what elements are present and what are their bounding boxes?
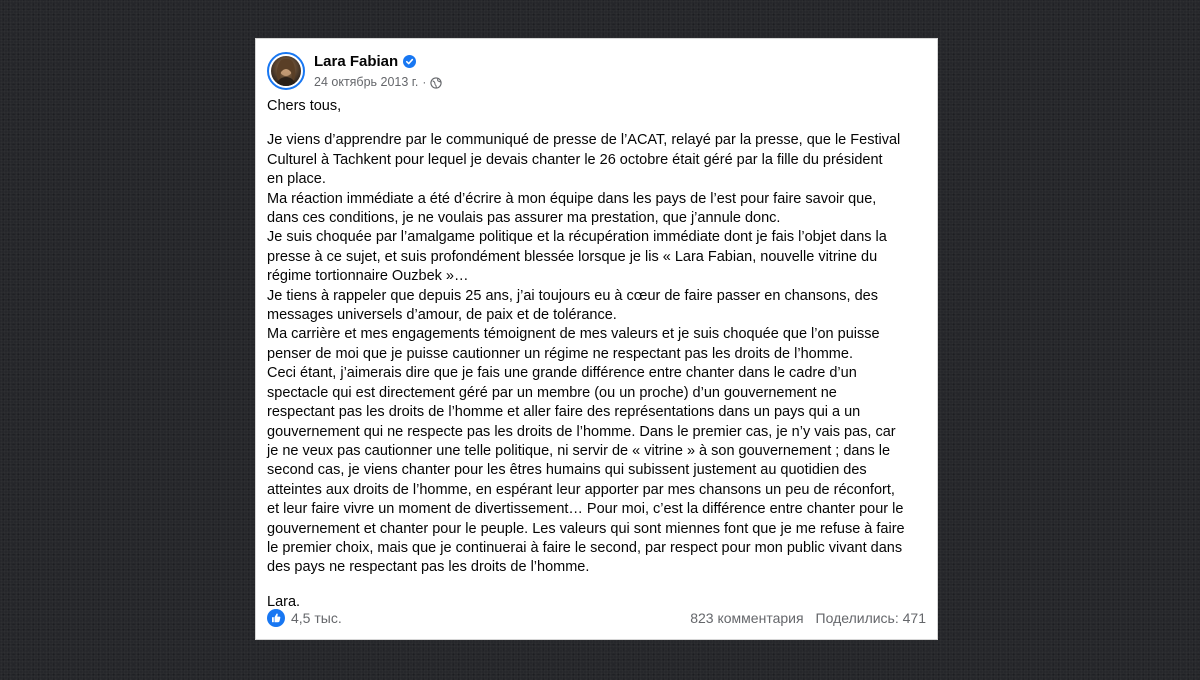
post-text-line: je ne veux pas cautionner une telle poli… [267, 442, 891, 459]
post-text-line: Je viens d’apprendre par le communiqué d… [267, 132, 901, 149]
post-text-line: régime tortionnaire Ouzbek »… [267, 268, 469, 285]
like-icon [267, 609, 285, 627]
globe-icon[interactable] [430, 76, 442, 89]
post-text-line: spectacle qui est directement géré par u… [267, 384, 837, 401]
post-text-line: et leur faire vivre un moment de diverti… [267, 501, 904, 518]
post-paragraph: Je viens d’apprendre par le communiqué d… [267, 131, 929, 577]
post-text-line: Culturel à Tachkent pour lequel je devai… [267, 151, 883, 168]
post-text-line: en place. [267, 171, 326, 188]
header-text: Lara Fabian 24 октябрь 2013 г. · [314, 52, 442, 91]
post-text-line: second cas, je viens chanter pour les êt… [267, 462, 867, 479]
shares-count[interactable]: Поделились: 471 [816, 610, 926, 626]
post-text-line: messages universels d’amour, de paix et … [267, 307, 617, 324]
author-name[interactable]: Lara Fabian [314, 53, 398, 70]
post-text-line: dans ces conditions, je ne voulais pas a… [267, 210, 781, 227]
avatar-image [271, 56, 301, 86]
post-text-line: Ma carrière et mes engagements témoignen… [267, 326, 880, 343]
verified-badge-icon [403, 55, 417, 68]
meta-separator: · [422, 74, 427, 89]
post-text-line: Je tiens à rappeler que depuis 25 ans, j… [267, 287, 878, 304]
engagement-stats: 823 комментария Поделились: 471 [690, 610, 926, 626]
post-text-line: presse à ce sujet, et suis profondément … [267, 248, 878, 265]
post-footer: 4,5 тыс. 823 комментария Поделились: 471 [267, 607, 926, 629]
post-text-line: atteintes aux droits de l’homme, en espé… [267, 481, 895, 498]
post-text-line: gouvernement qui ne respecte pas les dro… [267, 423, 896, 440]
facebook-post-card: Lara Fabian 24 октябрь 2013 г. · Chers t… [255, 38, 938, 640]
post-greeting: Chers tous, [267, 98, 342, 114]
author-row: Lara Fabian [314, 52, 442, 72]
post-body: Chers tous, Je viens d’apprendre par le … [267, 97, 929, 612]
post-meta: 24 октябрь 2013 г. · [314, 73, 442, 91]
post-text-line: respectant pas les droits de l’homme et … [267, 404, 861, 421]
post-date[interactable]: 24 октябрь 2013 г. [314, 75, 418, 89]
post-text-line: Je suis choquée par l’amalgame politique… [267, 229, 887, 246]
post-text-line: le premier choix, mais que je continuera… [267, 539, 903, 556]
post-text-line: penser de moi que je puisse cautionner u… [267, 345, 853, 362]
post-header: Lara Fabian 24 октябрь 2013 г. · [267, 51, 442, 91]
reactions-summary[interactable]: 4,5 тыс. [267, 609, 342, 627]
post-text-line: Ma réaction immédiate a été d’écrire à m… [267, 190, 877, 207]
avatar[interactable] [267, 52, 305, 90]
comments-count[interactable]: 823 комментария [690, 610, 803, 626]
reaction-count: 4,5 тыс. [291, 610, 342, 626]
post-text-line: des pays ne respectant pas les droits de… [267, 559, 590, 576]
post-text-line: Ceci étant, j’aimerais dire que je fais … [267, 365, 857, 382]
post-text-line: gouvernement et chanter pour le peuple. … [267, 520, 905, 537]
